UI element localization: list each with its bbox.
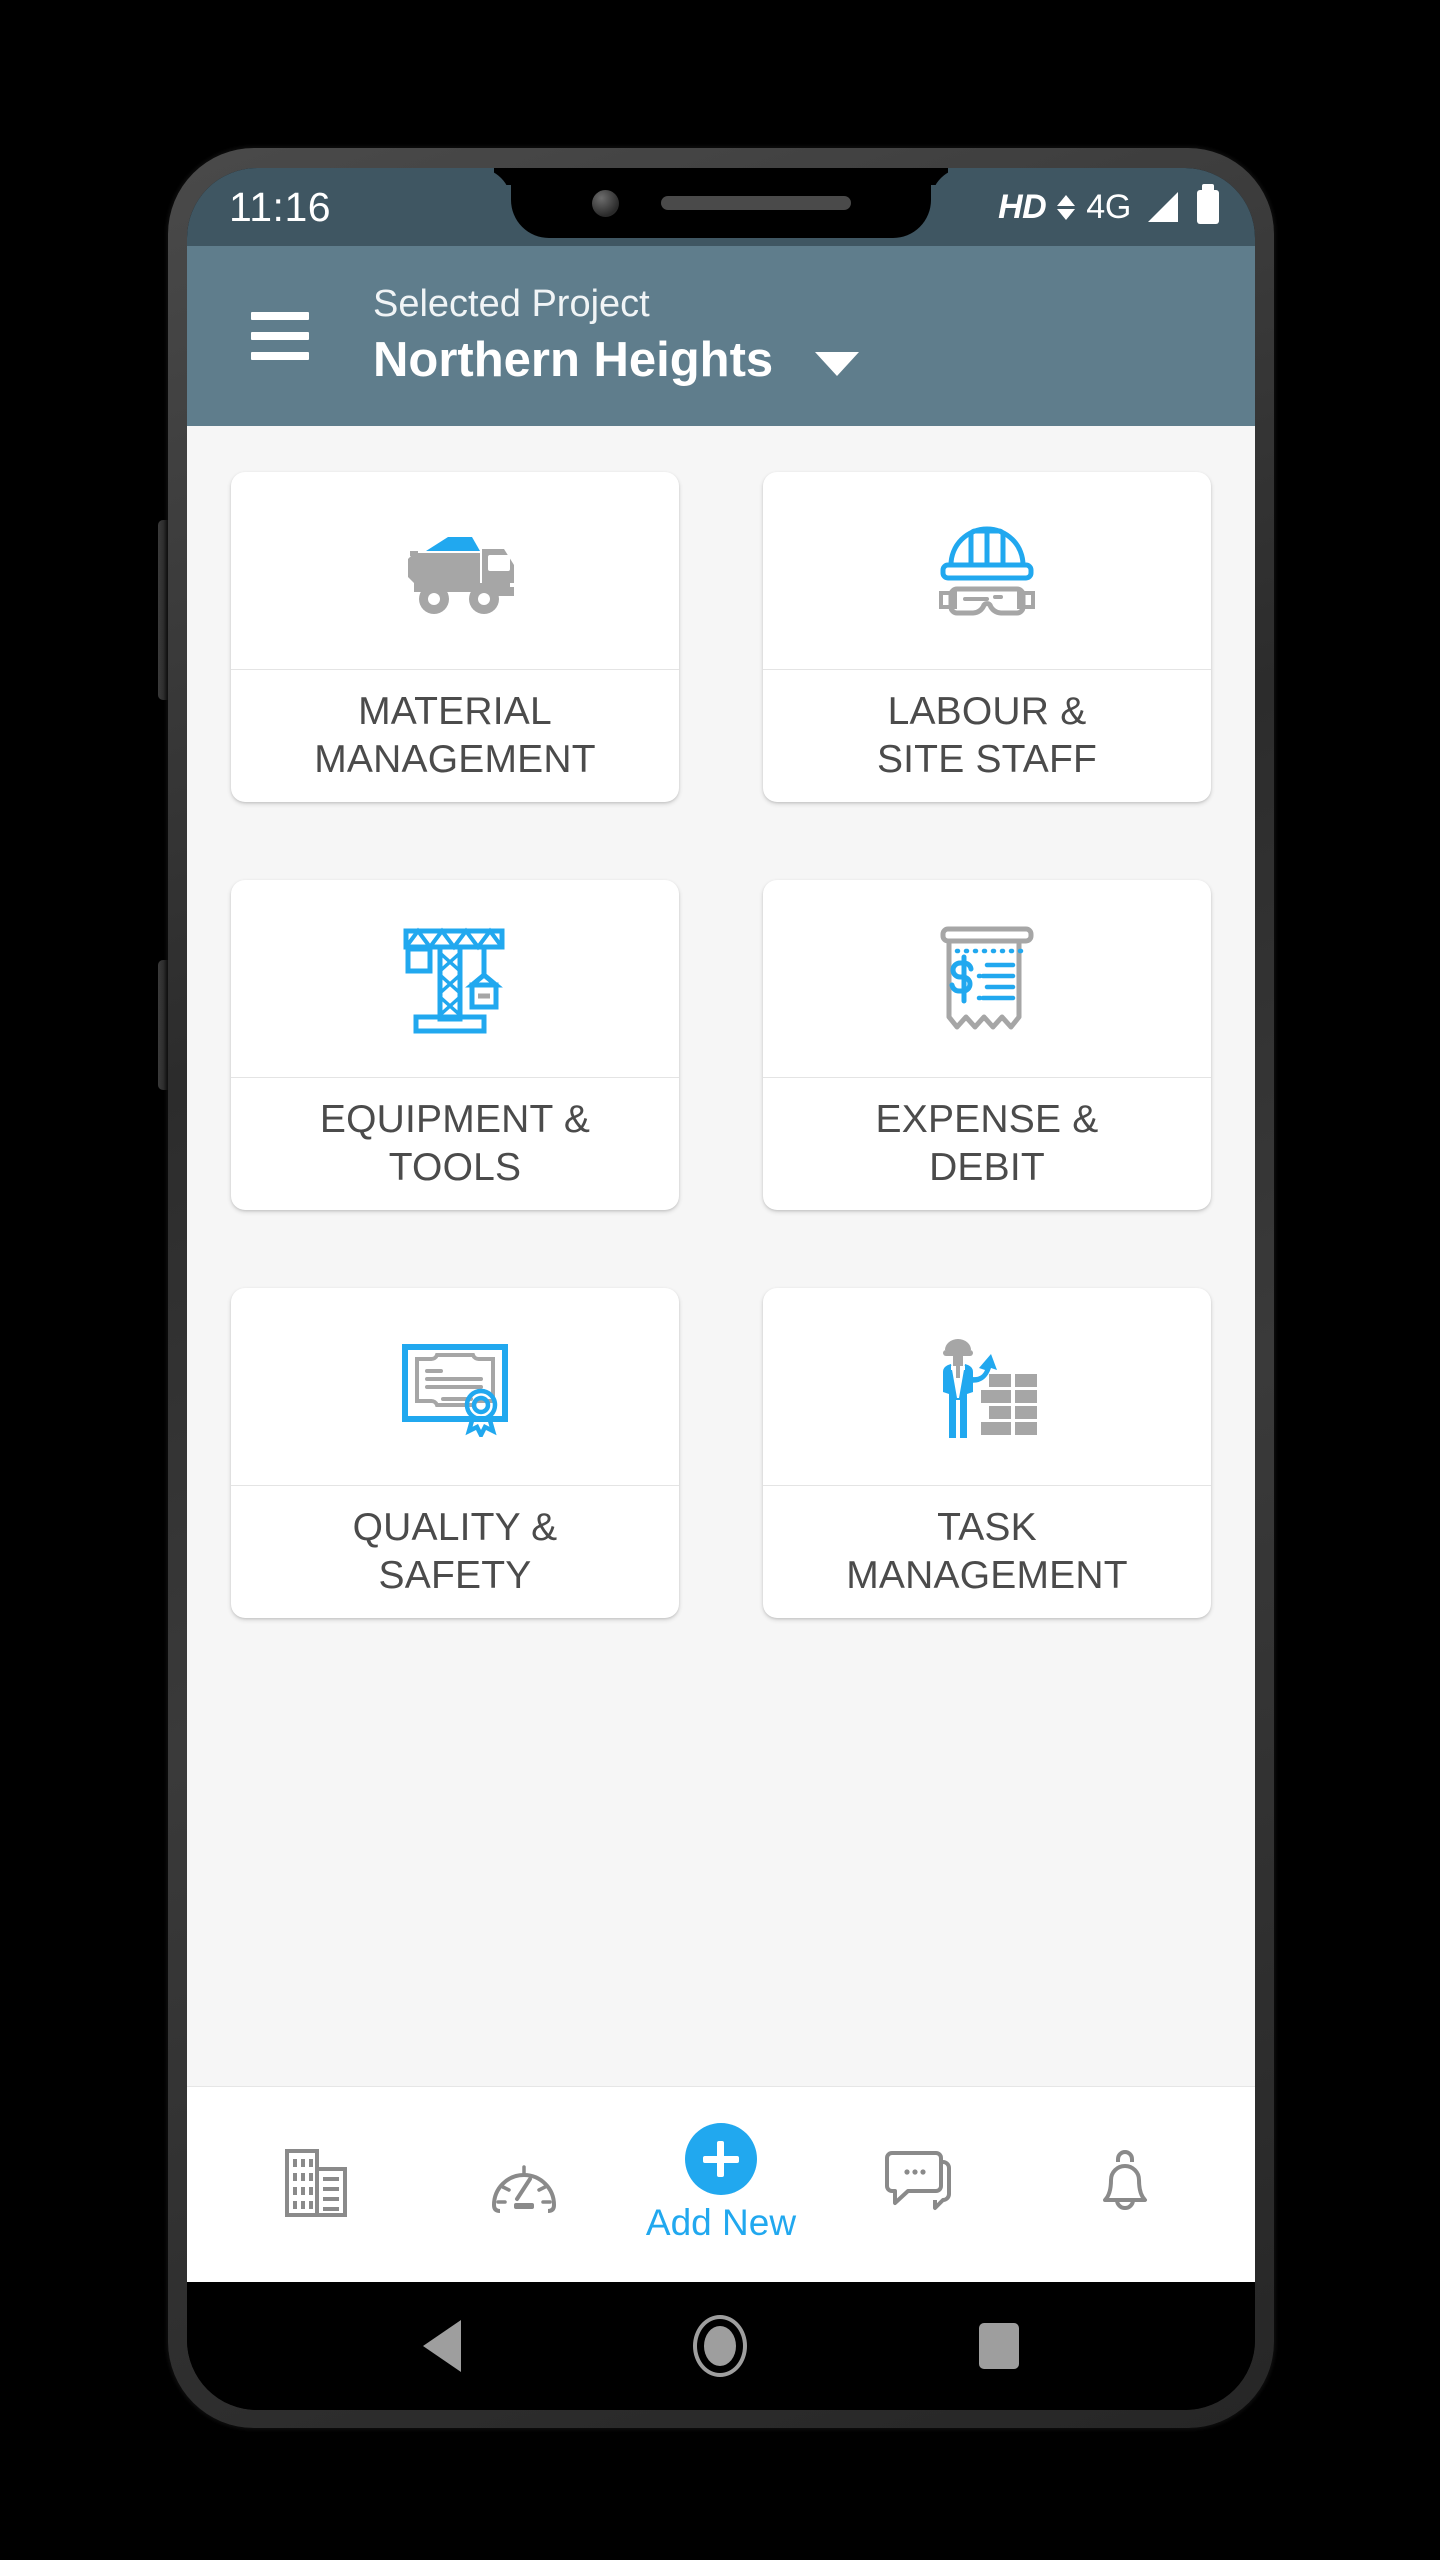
app-bar: Selected Project Northern Heights [187,246,1255,426]
speedometer-icon [486,2147,562,2222]
certificate-icon [231,1288,679,1485]
chat-bubbles-icon [879,2146,957,2223]
module-label: QUALITY & SAFETY [352,1506,558,1597]
network-type-label: 4G [1086,187,1131,226]
earpiece-speaker [660,196,851,210]
add-new-button[interactable]: Add New [646,2123,796,2245]
project-selector[interactable]: Selected Project Northern Heights [373,281,860,392]
home-circle-icon[interactable] [693,2315,747,2377]
battery-icon [1197,184,1219,224]
module-row-2: EQUIPMENT & TOOLS EXPENSE & DEBIT [231,880,1211,1210]
module-card-expense-debit[interactable]: EXPENSE & DEBIT [763,880,1211,1210]
nav-item-projects[interactable] [232,2143,402,2226]
status-bar: 11:16 HD 4G [187,168,1255,246]
module-card-labour-site-staff[interactable]: LABOUR & SITE STAFF [763,472,1211,802]
module-label: EQUIPMENT & TOOLS [319,1098,591,1189]
module-label: LABOUR & SITE STAFF [876,690,1098,781]
signal-icon [1148,192,1178,222]
chevron-down-icon[interactable] [815,351,860,376]
hamburger-menu-icon[interactable] [251,312,309,360]
hd-icon: HD [998,187,1047,226]
bell-icon [1091,2144,1159,2225]
android-navigation-bar [187,2282,1255,2410]
module-card-equipment-tools[interactable]: EQUIPMENT & TOOLS [231,880,679,1210]
module-grid: MATERIAL MANAGEMENT LABOUR & SITE STAFF … [187,426,1255,2086]
plus-icon[interactable] [684,2123,757,2196]
module-card-material-management[interactable]: MATERIAL MANAGEMENT [231,472,679,802]
module-label: EXPENSE & DEBIT [875,1098,1099,1189]
module-card-quality-safety[interactable]: QUALITY & SAFETY [231,1288,679,1618]
module-row-1: MATERIAL MANAGEMENT LABOUR & SITE STAFF [231,472,1211,802]
module-label: TASK MANAGEMENT [846,1506,1128,1597]
back-triangle-icon[interactable] [423,2320,461,2372]
recents-square-icon[interactable] [979,2323,1019,2369]
module-label: MATERIAL MANAGEMENT [314,690,596,781]
nav-item-notifications[interactable] [1040,2144,1210,2225]
dump-truck-icon [231,472,679,669]
add-new-label: Add New [645,2202,797,2244]
status-icons: HD 4G [998,184,1219,227]
selected-project-label: Selected Project [373,282,650,325]
module-row-3: QUALITY & SAFETY TASK MANAGEMENT [231,1288,1211,1618]
worker-bricks-icon [763,1288,1211,1485]
hard-hat-goggles-icon [763,472,1211,669]
display-notch [511,168,931,238]
phone-screen: 11:16 HD 4G Selected Project Northern He… [187,168,1255,2410]
data-arrows-icon [1057,194,1076,220]
module-card-task-management[interactable]: TASK MANAGEMENT [763,1288,1211,1618]
screenshot-stage: 11:16 HD 4G Selected Project Northern He… [0,0,1440,2560]
nav-item-dashboard[interactable] [439,2147,609,2222]
tower-crane-icon [231,880,679,1077]
receipt-icon [763,880,1211,1077]
status-time: 11:16 [229,183,332,230]
buildings-icon [281,2143,353,2226]
bottom-navigation-bar: Add New [187,2086,1255,2282]
page-title: Northern Heights [373,333,774,388]
front-camera [591,189,619,217]
nav-item-messages[interactable] [833,2146,1003,2223]
